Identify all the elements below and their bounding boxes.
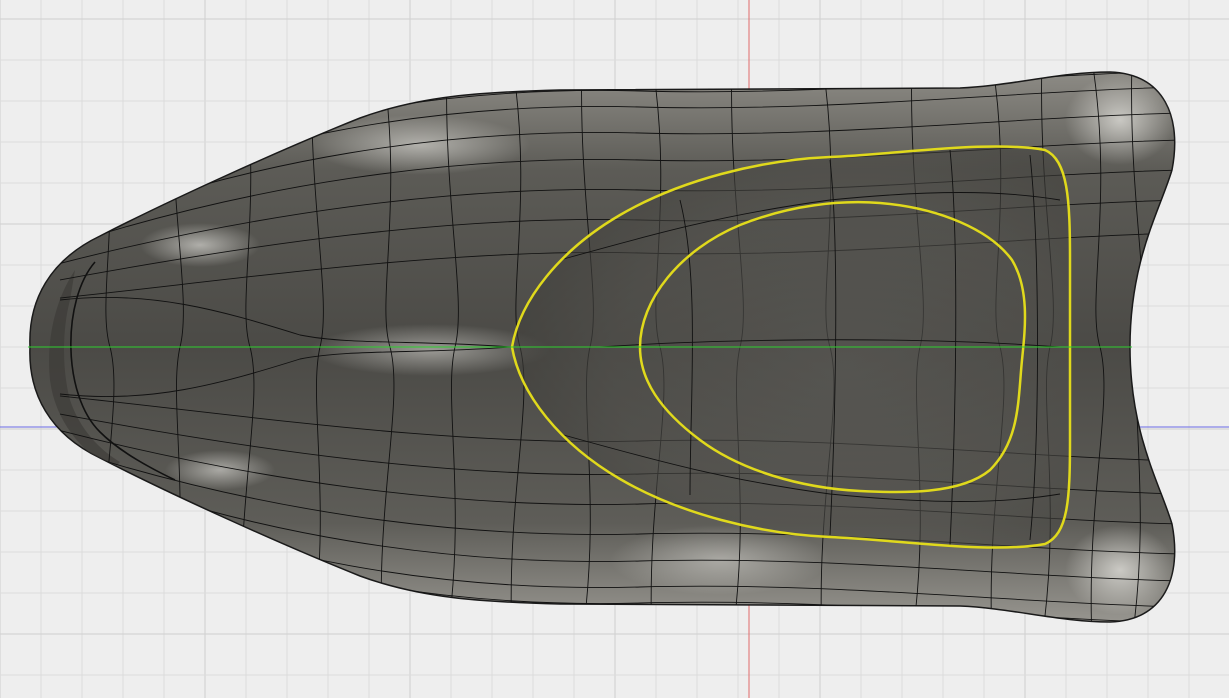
t-spline-body[interactable]	[29, 60, 1180, 640]
specular-highlight	[1065, 75, 1175, 165]
specular-highlight	[165, 450, 275, 490]
specular-highlight	[1065, 525, 1175, 615]
specular-highlight	[310, 115, 530, 175]
specular-highlight	[140, 223, 260, 267]
3d-viewport[interactable]	[0, 0, 1229, 698]
viewport-canvas[interactable]	[0, 0, 1229, 698]
